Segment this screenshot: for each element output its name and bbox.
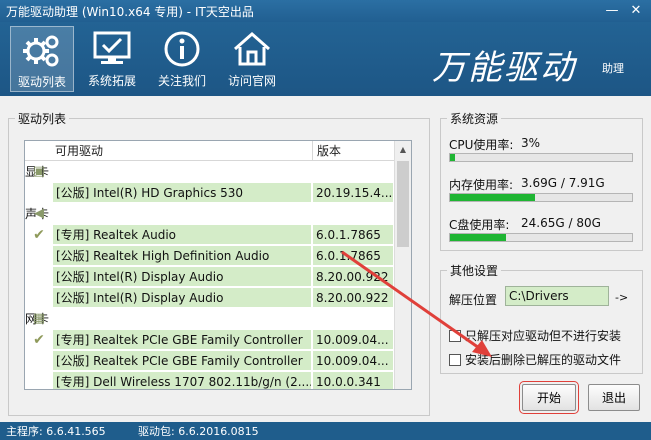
group-title: 其他设置 [447,262,502,279]
brand-logo: 万能驱动 [432,48,576,88]
cpu-value: 3% [521,136,541,150]
network-icon: ▦ [32,311,46,326]
list-header: 可用驱动 版本 [25,141,411,161]
option-label: 安装后删除已解压的驱动文件 [465,353,622,367]
tab-label: 关注我们 [157,74,206,88]
option-extract-only[interactable]: 只解压对应驱动但不进行安装 [449,327,621,344]
driver-row[interactable]: [公版] Intel(R) HD Graphics 530 20.19.15.4.… [25,182,411,203]
status-bar: 主程序: 6.6.41.565 驱动包: 6.6.2016.0815 [0,422,651,440]
info-icon [164,31,200,67]
checkbox[interactable] [449,353,461,366]
driver-row[interactable]: ✔ [专用] Realtek Audio 6.0.1.7865 [25,224,411,245]
driver-version: 20.19.15.4... [313,182,393,203]
browse-button[interactable]: -> [615,291,628,304]
toolbar: 驱动列表 系统拓展 关注我们 访问官网 万能驱动 助理 [0,22,651,96]
main-program-version: 主程序: 6.6.41.565 [6,425,106,438]
tab-label: 访问官网 [227,74,276,88]
monitor-check-icon [93,31,131,64]
driver-name: [公版] Intel(R) Display Audio [53,266,311,287]
display-icon: ▣ [32,164,46,179]
driver-name: [专用] Realtek PCIe GBE Family Controller [53,329,311,350]
driver-version: 10.009.04... [313,350,393,371]
memory-usage-fill [450,194,535,201]
gears-icon [23,35,59,67]
window-title: 万能驱动助理 (Win10.x64 专用) - IT天空出品 [6,4,254,19]
checkmark-icon: ✔ [33,226,45,243]
driver-name: [公版] Realtek PCIe GBE Family Controller [53,350,311,371]
driver-row[interactable]: [公版] Intel(R) Display Audio 8.20.00.922 [25,266,411,287]
driver-list[interactable]: 可用驱动 版本 ▣ 显卡 [公版] Intel(R) HD Graphics 530… [24,140,412,390]
driver-version: 10.0.0.341 [313,371,393,389]
driver-name: [公版] Intel(R) Display Audio [53,287,311,308]
driver-name: [专用] Realtek Audio [53,224,311,245]
driver-pack-version: 驱动包: 6.6.2016.0815 [138,425,259,438]
tab-label: 驱动列表 [17,75,66,89]
driver-version: 6.0.1.7865 [313,245,393,266]
memory-label: 内存使用率: [449,178,514,192]
group-title: 系统资源 [447,110,502,127]
tab-label: 系统拓展 [87,74,136,88]
main-panel: 驱动列表 可用驱动 版本 ▣ 显卡 [公版] Intel(R) HD Graphic… [0,96,651,422]
close-button[interactable]: ✕ [627,2,645,18]
option-label: 只解压对应驱动但不进行安装 [465,329,622,343]
speaker-icon: ◀ [34,206,44,221]
cpu-usage-fill [450,154,456,161]
start-button[interactable]: 开始 [519,381,579,414]
scroll-thumb[interactable] [397,161,409,247]
group-title: 驱动列表 [15,110,70,127]
list-scrollbar[interactable]: ▲ [394,141,411,389]
driver-row[interactable]: ✔ [专用] Realtek PCIe GBE Family Controller… [25,329,411,350]
driver-rows: ▣ 显卡 [公版] Intel(R) HD Graphics 530 20.19.15… [25,161,411,389]
extract-path-input[interactable] [505,286,609,306]
driver-version: 8.20.00.922 [313,287,393,308]
minimize-button[interactable]: — [603,2,621,18]
memory-usage-bar [449,193,633,202]
tab-follow-us[interactable]: 关注我们 [150,26,214,92]
option-delete-after-install[interactable]: 安装后删除已解压的驱动文件 [449,351,621,368]
driver-row[interactable]: [专用] Dell Wireless 1707 802.11b/g/n (2..… [25,371,411,389]
tab-system-extend[interactable]: 系统拓展 [80,26,144,92]
driver-version: 10.009.04... [313,329,393,350]
cpu-usage-bar [449,153,633,162]
home-icon [234,31,270,66]
checkmark-icon: ✔ [33,331,45,348]
exit-button[interactable]: 退出 [588,384,640,411]
extract-path-label: 解压位置 [449,293,498,307]
memory-value: 3.69G / 7.91G [521,176,605,190]
brand-sub: 助理 [602,62,624,75]
tab-driver-list[interactable]: 驱动列表 [10,26,74,92]
driver-name: [专用] Dell Wireless 1707 802.11b/g/n (2..… [53,371,311,389]
driver-version: 6.0.1.7865 [313,224,393,245]
checkbox[interactable] [449,329,461,342]
disk-usage-fill [450,234,507,241]
driver-name: [公版] Realtek High Definition Audio [53,245,311,266]
scroll-up-arrow-icon[interactable]: ▲ [395,141,411,158]
driver-row[interactable]: [公版] Realtek High Definition Audio 6.0.1.… [25,245,411,266]
column-version[interactable]: 版本 [313,141,393,160]
category-row[interactable]: ▦ 网卡 [25,308,411,329]
column-available-drivers[interactable]: 可用驱动 [25,141,313,160]
tab-visit-site[interactable]: 访问官网 [220,26,284,92]
category-row[interactable]: ◀ 声卡 [25,203,411,224]
category-row[interactable]: ▣ 显卡 [25,161,411,182]
driver-row[interactable]: [公版] Intel(R) Display Audio 8.20.00.922 [25,287,411,308]
title-bar: 万能驱动助理 (Win10.x64 专用) - IT天空出品 — ✕ [0,0,651,22]
driver-version: 8.20.00.922 [313,266,393,287]
disk-usage-bar [449,233,633,242]
driver-name: [公版] Intel(R) HD Graphics 530 [53,182,311,203]
disk-value: 24.65G / 80G [521,216,601,230]
disk-label: C盘使用率: [449,218,510,232]
driver-row[interactable]: [公版] Realtek PCIe GBE Family Controller 1… [25,350,411,371]
cpu-label: CPU使用率: [449,138,514,152]
